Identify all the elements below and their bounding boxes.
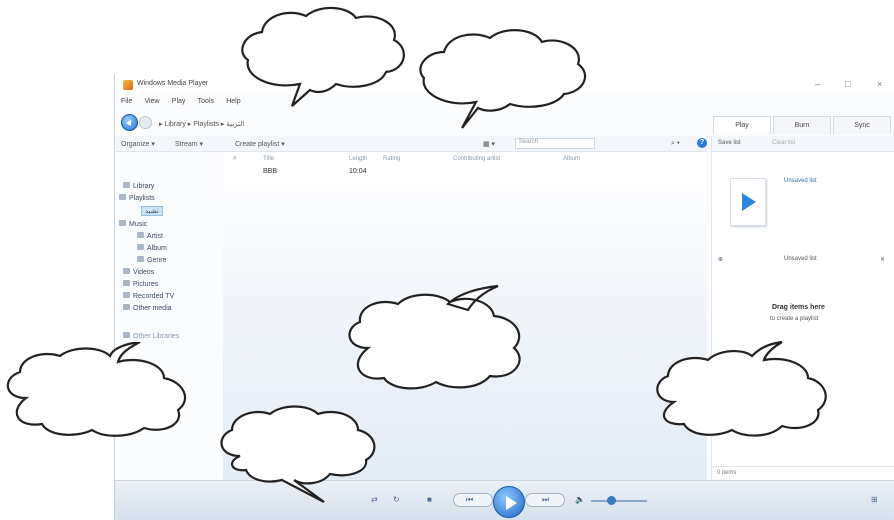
menu-file[interactable]: File [121,98,132,105]
speech-cloud-2 [419,29,587,129]
clear-list-button[interactable]: Clear list [772,140,795,146]
mute-icon[interactable]: 🔈 [575,495,585,504]
breadcrumb[interactable]: ▸ Library ▸ Playlists ▸ التربية [159,120,244,128]
column-length[interactable]: Length [349,156,367,162]
speech-cloud-4 [6,342,187,437]
sidebar-item-pictures[interactable]: Pictures [123,280,158,288]
other-libraries-icon [123,332,130,338]
tab-play[interactable]: Play [713,116,771,134]
pane-tabs: Play Burn Sync [709,114,894,134]
drag-items-subtitle: to create a playlist [770,316,819,322]
sidebar-item-videos[interactable]: Videos [123,268,154,276]
window-title: Windows Media Player [137,80,209,87]
sidebar-item-library[interactable]: Library [123,182,154,190]
switch-to-now-playing-icon[interactable]: ⊞ [871,495,878,504]
play-icon [742,193,756,211]
organize-menu[interactable]: Organize ▾ [121,140,155,148]
maximize-button[interactable]: □ [845,79,850,89]
play-button[interactable] [493,486,525,518]
unsaved-list-title[interactable]: Unsaved list [784,178,817,184]
previous-button[interactable]: ⏮ [453,493,493,507]
library-icon [123,182,130,188]
menu-view[interactable]: View [145,98,160,105]
stop-icon[interactable]: ■ [427,495,432,504]
sidebar-item-artist[interactable]: Artist [137,232,163,240]
forward-arrow-icon[interactable] [139,116,152,129]
speech-cloud-3 [348,284,521,390]
repeat-icon[interactable]: ↻ [393,495,400,504]
row-title[interactable]: BBB [263,168,277,175]
help-icon[interactable]: ? [697,138,707,148]
sidebar-item-playlists[interactable]: Playlists [119,194,155,202]
other-media-icon [123,304,130,310]
sidebar-item-genre[interactable]: Genre [137,256,166,264]
back-arrow-icon[interactable] [121,114,138,131]
row-length: 10:04 [349,168,367,175]
volume-slider[interactable] [591,500,647,502]
tab-burn[interactable]: Burn [773,116,831,134]
next-button[interactable]: ⏭ [525,493,565,507]
list-options-icon[interactable]: ⊕ [718,256,723,263]
view-options-icon[interactable]: ▦ ▾ [483,140,495,148]
speech-cloud-6 [656,340,827,437]
search-icon[interactable]: ⌕ ▾ [671,140,680,148]
previous-icon: ⏮ [466,495,474,504]
tab-sync[interactable]: Sync [833,116,891,134]
album-icon [137,244,144,250]
tv-icon [123,292,130,298]
sidebar-item-recorded-tv[interactable]: Recorded TV [123,292,174,300]
column-contributing-artist[interactable]: Contributing artist [453,156,500,162]
genre-icon [137,256,144,262]
speech-cloud-1 [241,6,405,107]
save-list-button[interactable]: Save list [718,140,741,146]
sidebar-item-other-media[interactable]: Other media [123,304,172,312]
drag-items-title: Drag items here [772,304,825,311]
sidebar-item-music[interactable]: Music [119,220,147,228]
speech-cloud-5 [220,405,376,503]
minimize-button[interactable]: – [815,79,820,89]
menu-play[interactable]: Play [172,98,186,105]
close-button[interactable]: × [877,79,882,89]
column-number[interactable]: # [233,156,236,162]
library-toolbar: Organize ▾ Stream ▾ Create playlist ▾ ▦ … [115,136,707,152]
playlist-icon [119,194,126,200]
next-icon: ⏭ [542,495,550,504]
column-rating[interactable]: Rating [383,156,400,162]
list-header: Unsaved list [784,256,817,262]
sidebar-item-album[interactable]: Album [137,244,167,252]
search-input[interactable]: Search [515,138,595,149]
sidebar-item-other-libraries[interactable]: Other Libraries [123,332,179,340]
sidebar-item-playlist[interactable]: نشيد [141,206,163,216]
column-title[interactable]: Title [263,156,274,162]
wmp-app-icon [123,80,133,90]
stream-menu[interactable]: Stream ▾ [175,140,203,148]
pictures-icon [123,280,130,286]
menu-tools[interactable]: Tools [198,98,214,105]
video-icon [123,268,130,274]
create-playlist-menu[interactable]: Create playlist ▾ [235,140,285,148]
volume-knob[interactable] [607,496,616,505]
music-icon [119,220,126,226]
playlist-thumbnail [730,178,766,226]
list-close-icon[interactable]: ✕ [880,256,885,263]
items-count: 0 items [711,466,894,480]
column-album[interactable]: Album [563,156,580,162]
list-pane-toolbar: Save list Clear list [712,136,894,152]
artist-icon [137,232,144,238]
